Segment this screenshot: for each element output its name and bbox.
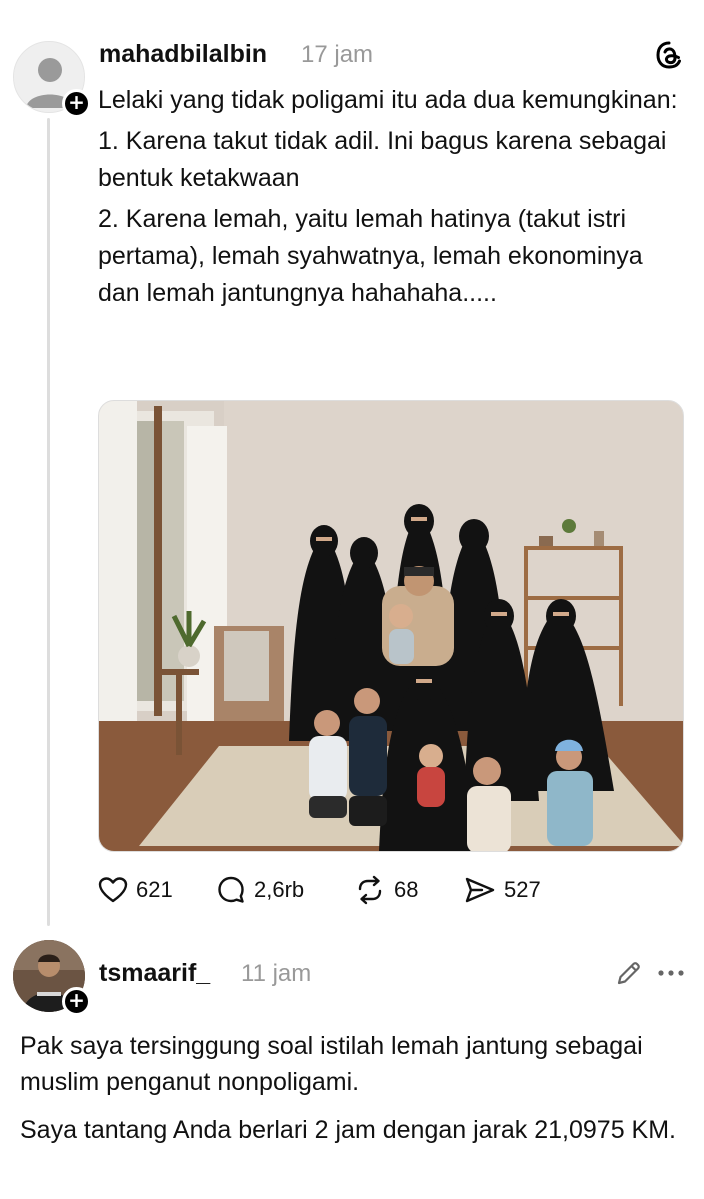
reply-username[interactable]: tsmaarif_ bbox=[99, 959, 210, 988]
share-count: 527 bbox=[504, 877, 541, 902]
more-icon[interactable] bbox=[656, 958, 686, 988]
post-actions-bar: 621 2,6rb 68 527 bbox=[98, 870, 658, 910]
post-paragraph: Lelaki yang tidak poligami itu ada dua k… bbox=[98, 86, 678, 114]
follow-plus-icon[interactable]: + bbox=[62, 987, 91, 1016]
repost-icon bbox=[358, 875, 382, 905]
post-image[interactable] bbox=[98, 400, 684, 852]
reply-timestamp: 11 jam bbox=[241, 960, 312, 987]
thread-connector-line bbox=[47, 118, 50, 926]
post-body: Lelaki yang tidak poligami itu ada dua k… bbox=[98, 82, 688, 316]
threads-logo-icon[interactable] bbox=[654, 40, 684, 70]
share-button[interactable]: 527 bbox=[464, 870, 541, 910]
reply-paragraph: Saya tantang Anda berlari 2 jam dengan j… bbox=[20, 1116, 676, 1144]
family-photo bbox=[99, 401, 683, 851]
comment-button[interactable]: 2,6rb bbox=[216, 870, 304, 910]
post-username[interactable]: mahadbilalbin bbox=[99, 40, 267, 69]
reply-paragraph: Pak saya tersinggung soal istilah lemah … bbox=[20, 1032, 643, 1096]
send-icon bbox=[465, 877, 495, 903]
post-paragraph: 1. Karena takut tidak adil. Ini bagus ka… bbox=[98, 127, 667, 192]
like-button[interactable]: 621 bbox=[98, 870, 173, 910]
repost-count: 68 bbox=[394, 877, 419, 902]
follow-plus-icon[interactable]: + bbox=[62, 89, 91, 118]
reply-body: Pak saya tersinggung soal istilah lemah … bbox=[20, 1028, 680, 1160]
post-paragraph: 2. Karena lemah, yaitu lemah hatinya (ta… bbox=[98, 205, 643, 307]
reply-toolbar bbox=[614, 958, 694, 988]
comment-count: 2,6rb bbox=[254, 877, 305, 902]
pencil-icon[interactable] bbox=[614, 958, 644, 988]
repost-button[interactable]: 68 bbox=[354, 870, 418, 910]
comment-icon bbox=[218, 876, 244, 903]
like-count: 621 bbox=[136, 877, 173, 902]
heart-icon bbox=[98, 877, 128, 903]
post-timestamp: 17 jam bbox=[301, 41, 374, 68]
